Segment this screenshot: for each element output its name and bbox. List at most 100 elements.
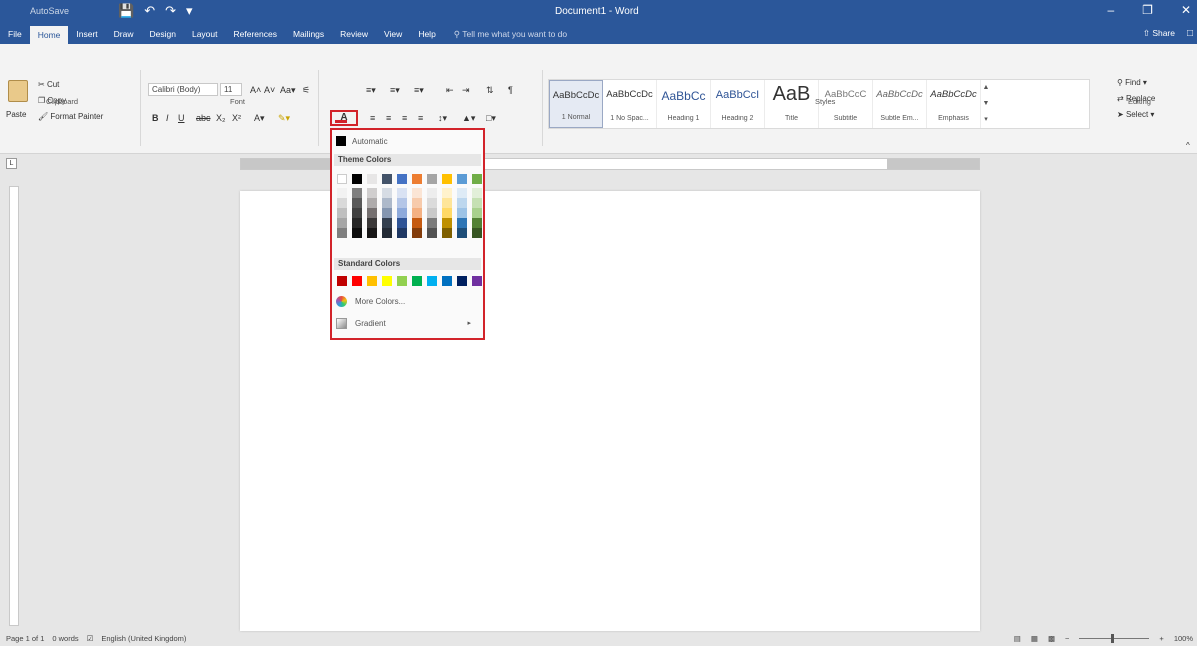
grow-font-button[interactable]: A˄ <box>250 84 261 96</box>
theme-shade-swatch[interactable] <box>352 188 362 198</box>
web-layout-icon[interactable]: ▩ <box>1048 634 1055 643</box>
collapse-ribbon-icon[interactable]: ^ <box>1186 140 1190 152</box>
subscript-button[interactable]: X₂ <box>216 112 226 124</box>
print-layout-icon[interactable]: ▦ <box>1031 634 1038 643</box>
style-no-spacing[interactable]: AaBbCcDc 1 No Spac... <box>603 80 657 128</box>
theme-shade-swatch[interactable] <box>367 188 377 198</box>
shrink-font-button[interactable]: A˅ <box>264 84 275 96</box>
increase-indent-icon[interactable]: ⇥ <box>462 84 470 96</box>
standard-color-swatch[interactable] <box>337 276 347 286</box>
style-emphasis[interactable]: AaBbCcDc Emphasis <box>927 80 981 128</box>
theme-shade-swatch[interactable] <box>352 228 362 238</box>
theme-shade-swatch[interactable] <box>367 228 377 238</box>
tab-draw[interactable]: Draw <box>106 24 142 44</box>
zoom-slider-handle[interactable] <box>1111 634 1115 643</box>
align-left-icon[interactable]: ≡ <box>370 112 375 124</box>
redo-icon[interactable]: ↷ <box>165 3 176 19</box>
shading-icon[interactable]: ▲▾ <box>462 112 475 124</box>
theme-shade-swatch[interactable] <box>337 228 347 238</box>
vertical-ruler[interactable] <box>9 186 19 626</box>
font-color-button[interactable]: A <box>330 110 358 126</box>
gradient-option[interactable]: Gradient ▸ <box>336 316 481 330</box>
theme-shade-swatch[interactable] <box>367 198 377 208</box>
theme-shade-swatch[interactable] <box>427 188 437 198</box>
theme-shade-swatch[interactable] <box>442 188 452 198</box>
share-button[interactable]: ⇧ Share <box>1143 28 1175 39</box>
automatic-color-option[interactable]: Automatic <box>336 134 388 148</box>
theme-shade-swatch[interactable] <box>457 188 467 198</box>
borders-icon[interactable]: □▾ <box>486 112 496 124</box>
format-painter-button[interactable]: 🖌 Format Painter <box>38 112 103 121</box>
theme-shade-swatch[interactable] <box>472 208 482 218</box>
save-icon[interactable]: 💾 <box>118 3 134 19</box>
theme-shade-swatch[interactable] <box>412 208 422 218</box>
autosave-label[interactable]: AutoSave <box>30 6 69 16</box>
customize-qat-icon[interactable]: ▾ <box>186 3 193 19</box>
zoom-in-button[interactable]: + <box>1159 634 1163 643</box>
proofing-icon[interactable]: ☑ <box>87 634 94 643</box>
theme-shade-swatch[interactable] <box>457 208 467 218</box>
theme-color-swatch[interactable] <box>427 174 437 184</box>
minimize-button[interactable]: – <box>1107 3 1114 17</box>
theme-shade-swatch[interactable] <box>412 228 422 238</box>
multilevel-list-icon[interactable]: ≡▾ <box>414 84 424 96</box>
theme-shade-swatch[interactable] <box>442 218 452 228</box>
style-title[interactable]: AaB Title <box>765 80 819 128</box>
bold-button[interactable]: B <box>152 112 159 124</box>
theme-shade-swatch[interactable] <box>457 228 467 238</box>
comments-icon[interactable]: □ <box>1187 28 1193 39</box>
theme-shade-swatch[interactable] <box>397 208 407 218</box>
theme-color-swatch[interactable] <box>472 174 482 184</box>
align-center-icon[interactable]: ≡ <box>386 112 391 124</box>
tab-view[interactable]: View <box>376 24 410 44</box>
theme-shade-swatch[interactable] <box>382 198 392 208</box>
standard-color-swatch[interactable] <box>382 276 392 286</box>
language-indicator[interactable]: English (United Kingdom) <box>101 634 186 643</box>
theme-shade-swatch[interactable] <box>367 218 377 228</box>
theme-shade-swatch[interactable] <box>472 198 482 208</box>
decrease-indent-icon[interactable]: ⇤ <box>446 84 454 96</box>
theme-color-swatch[interactable] <box>382 174 392 184</box>
tab-references[interactable]: References <box>226 24 285 44</box>
theme-shade-swatch[interactable] <box>352 198 362 208</box>
align-right-icon[interactable]: ≡ <box>402 112 407 124</box>
tell-me-search[interactable]: ⚲ Tell me what you want to do <box>444 24 567 44</box>
underline-button[interactable]: U <box>178 112 185 124</box>
standard-color-swatch[interactable] <box>397 276 407 286</box>
style-heading-2[interactable]: AaBbCcI Heading 2 <box>711 80 765 128</box>
theme-shade-swatch[interactable] <box>472 228 482 238</box>
theme-shade-swatch[interactable] <box>442 198 452 208</box>
theme-shade-swatch[interactable] <box>427 218 437 228</box>
tab-selector-icon[interactable]: L <box>6 158 17 169</box>
theme-shade-swatch[interactable] <box>397 228 407 238</box>
zoom-out-button[interactable]: − <box>1065 634 1069 643</box>
zoom-slider[interactable] <box>1079 634 1150 643</box>
theme-shade-swatch[interactable] <box>412 198 422 208</box>
tab-help[interactable]: Help <box>410 24 443 44</box>
theme-shade-swatch[interactable] <box>397 218 407 228</box>
read-mode-icon[interactable]: ▤ <box>1014 634 1021 643</box>
tab-design[interactable]: Design <box>142 24 184 44</box>
select-button[interactable]: ➤ Select ▾ <box>1117 110 1154 119</box>
theme-color-swatch[interactable] <box>367 174 377 184</box>
theme-shade-swatch[interactable] <box>397 188 407 198</box>
standard-color-swatch[interactable] <box>367 276 377 286</box>
sort-icon[interactable]: ⇅ <box>486 84 494 96</box>
tab-review[interactable]: Review <box>332 24 376 44</box>
theme-color-swatch[interactable] <box>442 174 452 184</box>
tab-file[interactable]: File <box>0 24 30 44</box>
standard-color-swatch[interactable] <box>442 276 452 286</box>
theme-shade-swatch[interactable] <box>472 218 482 228</box>
theme-shade-swatch[interactable] <box>427 228 437 238</box>
tab-insert[interactable]: Insert <box>68 24 105 44</box>
theme-shade-swatch[interactable] <box>337 208 347 218</box>
theme-shade-swatch[interactable] <box>337 188 347 198</box>
theme-shade-swatch[interactable] <box>457 218 467 228</box>
theme-shade-swatch[interactable] <box>352 218 362 228</box>
theme-shade-swatch[interactable] <box>397 198 407 208</box>
close-button[interactable]: ✕ <box>1181 3 1191 17</box>
maximize-button[interactable]: ❐ <box>1142 3 1153 17</box>
justify-icon[interactable]: ≡ <box>418 112 423 124</box>
theme-color-swatch[interactable] <box>352 174 362 184</box>
page-count[interactable]: Page 1 of 1 <box>6 634 44 643</box>
